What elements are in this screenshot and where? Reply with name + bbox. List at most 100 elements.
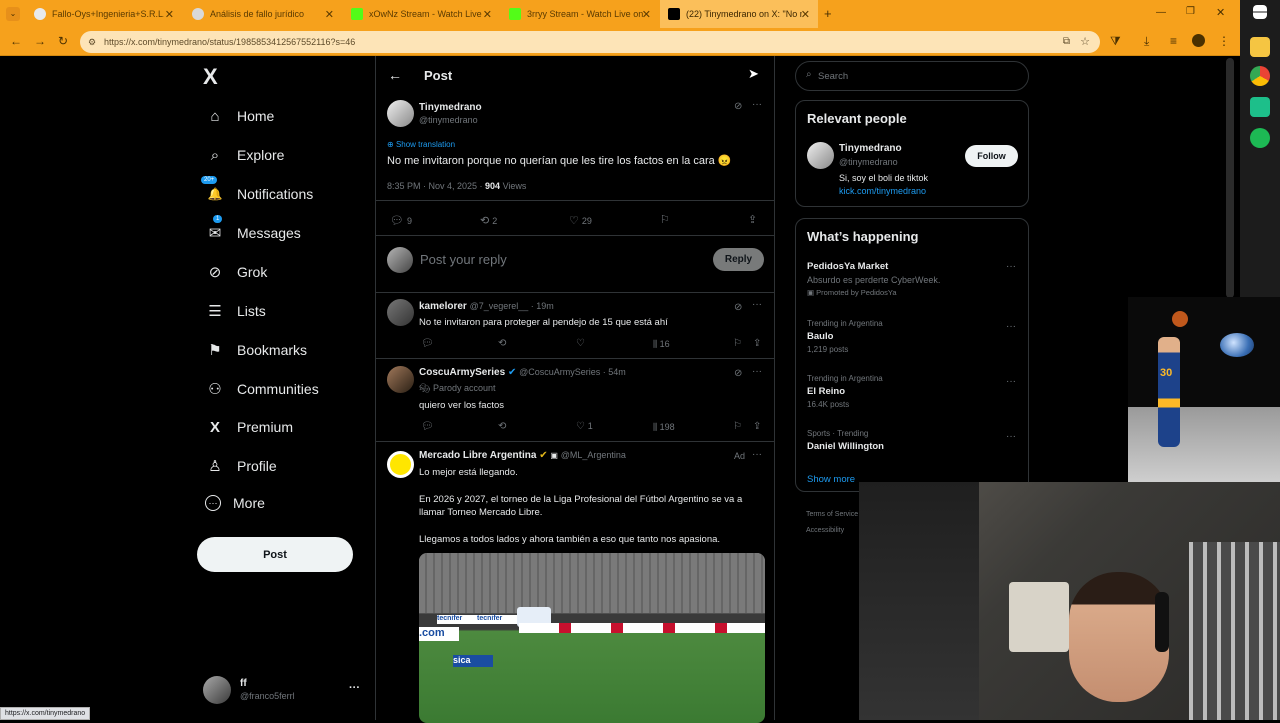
nav-more[interactable]: ⋯ More [205,495,265,511]
windows-icon[interactable] [1253,5,1267,19]
maximize-icon[interactable]: ❐ [1186,6,1195,17]
person-handle[interactable]: @tinymedrano [839,157,898,167]
close-icon[interactable]: ✕ [801,8,810,21]
browser-tab-5-active[interactable]: (22) Tinymedrano on X: "No me ✕ [660,0,818,28]
reply-button[interactable]: Reply [713,248,764,271]
post-button[interactable]: Post [197,537,353,572]
site-info-icon[interactable]: ⚙ [88,31,96,53]
trend-more-icon[interactable]: ··· [1006,431,1016,442]
trend-item[interactable]: Sports · Trending Daniel Willington [807,429,1017,452]
footer-terms[interactable]: Terms of Service [806,511,858,518]
nav-premium[interactable]: X Premium [205,417,293,437]
app-icon[interactable] [1250,97,1270,117]
share-icon[interactable]: ⇪ [753,338,761,349]
nav-communities[interactable]: ⚇ Communities [205,379,318,399]
menu-icon[interactable]: ⋮ [1218,34,1230,48]
scrollbar[interactable] [1226,58,1234,298]
reply-action[interactable]: 💬︎ 9 [390,214,412,227]
ad-more-icon[interactable]: ··· [752,449,762,460]
close-icon[interactable]: ✕ [165,8,174,21]
reply-author[interactable]: CoscuArmySeries ✔ @CoscuArmySeries · 54m [419,367,626,378]
grok-explain-icon[interactable]: ⊘ [734,368,742,379]
nav-grok[interactable]: ⊘ Grok [205,262,268,282]
nav-profile[interactable]: ♙ Profile [205,456,276,476]
repost-action[interactable]: ⟲ 2 [480,214,497,227]
extensions-icon[interactable]: ⧩ [1110,34,1121,49]
reply-avatar[interactable] [387,299,414,326]
close-icon[interactable]: ✕ [325,8,334,21]
ad-author[interactable]: Mercado Libre Argentina ✔ ▣ @ML_Argentin… [419,450,626,461]
views-action[interactable]: ⫼ 198 [653,422,675,433]
trend-more-icon[interactable]: ··· [1006,261,1016,272]
install-icon[interactable]: ⧉ [1063,31,1070,53]
chrome-icon[interactable] [1250,66,1270,86]
reply-icon[interactable]: 💬︎ [421,421,434,432]
ad-avatar[interactable] [387,451,414,478]
forward-icon[interactable]: → [34,34,46,48]
trend-item[interactable]: PedidosYa Market Absurdo es perderte Cyb… [807,261,1017,297]
heart-icon[interactable]: ♡ [576,338,585,349]
person-avatar[interactable] [807,142,834,169]
person-name[interactable]: Tinymedrano [839,143,902,154]
browser-tab-1[interactable]: Fallo-Oys+Ingenieria+S.R.L.+A✕ [26,0,182,28]
back-icon[interactable]: ← [10,34,22,48]
grok-explain-icon[interactable]: ⊘ [734,302,742,313]
new-tab-button[interactable]: + [824,6,832,21]
like-action[interactable]: ♡ 1 [576,421,593,432]
nav-home[interactable]: ⌂ Home [205,106,274,126]
bookmark-icon[interactable]: ⚐ [733,421,742,432]
close-icon[interactable]: ✕ [483,8,492,21]
author-name[interactable]: Tinymedrano [419,102,482,113]
browser-tab-3[interactable]: xOwNz Stream - Watch Live on ✕ [343,0,500,28]
views-action[interactable]: ⫼ 16 [653,339,670,350]
media-icon[interactable]: ≡ [1170,34,1177,48]
address-bar[interactable]: ⚙ https://x.com/tinymedrano/status/19858… [80,31,1100,53]
trend-item[interactable]: Trending in Argentina El Reino 16.4K pos… [807,374,1017,409]
show-translation-link[interactable]: ⊕ Show translation [387,140,455,149]
ad-video[interactable]: tecnifer tecnifer sica .com [419,553,765,723]
reload-icon[interactable]: ↻ [58,34,68,48]
spotify-icon[interactable] [1250,128,1270,148]
repost-icon[interactable]: ⟲ [498,421,506,432]
close-icon[interactable]: ✕ [642,8,651,21]
tab-search-button[interactable]: ⌄ [6,7,20,21]
bookmark-icon[interactable]: ⚐ [733,338,742,349]
reply-more-icon[interactable]: ··· [752,366,762,377]
x-logo-icon[interactable]: X [203,64,218,90]
nav-messages[interactable]: ✉ 1 Messages [205,215,301,243]
minimize-icon[interactable]: — [1156,7,1166,18]
close-window-icon[interactable]: ✕ [1216,6,1225,19]
repost-icon[interactable]: ⟲ [498,338,506,349]
trend-more-icon[interactable]: ··· [1006,376,1016,387]
browser-tab-2[interactable]: Análisis de fallo jurídico ✕ [184,0,342,28]
footer-accessibility[interactable]: Accessibility [806,527,844,534]
account-switcher[interactable]: ff @franco5ferrl ··· [203,676,363,706]
nav-lists[interactable]: ☰ Lists [205,301,266,321]
person-link[interactable]: kick.com/tinymedrano [839,186,926,196]
share-icon[interactable]: ⇪ [748,213,757,226]
nav-bookmarks[interactable]: ⚑ Bookmarks [205,340,307,360]
reply-more-icon[interactable]: ··· [752,299,762,310]
show-more-link[interactable]: Show more [807,474,855,485]
trend-item[interactable]: Trending in Argentina Baulo 1,219 posts [807,319,1017,354]
trend-more-icon[interactable]: ··· [1006,321,1016,332]
account-menu-icon[interactable]: ··· [349,682,360,694]
folder-icon[interactable] [1250,37,1270,57]
nav-explore[interactable]: ⌕ Explore [205,145,285,165]
profile-icon[interactable] [1192,34,1205,47]
grok-explain-icon[interactable]: ⊘ [734,101,742,112]
back-arrow-icon[interactable]: ← [388,67,402,83]
follow-button[interactable]: Follow [965,145,1018,167]
nav-notifications[interactable]: 🔔 20+ Notifications [201,176,313,204]
reply-input[interactable]: Post your reply [420,252,507,267]
bookmark-action-icon[interactable]: ⚐ [660,213,670,226]
reply-author[interactable]: kamelorer @7_vegerel__ · 19m [419,301,554,312]
browser-tab-4[interactable]: 3rryy Stream - Watch Live on K ✕ [501,0,659,28]
author-avatar[interactable] [387,100,414,127]
post-more-icon[interactable]: ··· [752,99,762,110]
bookmark-star-icon[interactable]: ☆ [1080,31,1090,53]
reply-icon[interactable]: 💬︎ [421,338,434,349]
search-input[interactable]: ⌕ Search [795,61,1029,91]
author-handle[interactable]: @tinymedrano [419,115,478,125]
like-action[interactable]: ♡ 29 [569,214,592,227]
